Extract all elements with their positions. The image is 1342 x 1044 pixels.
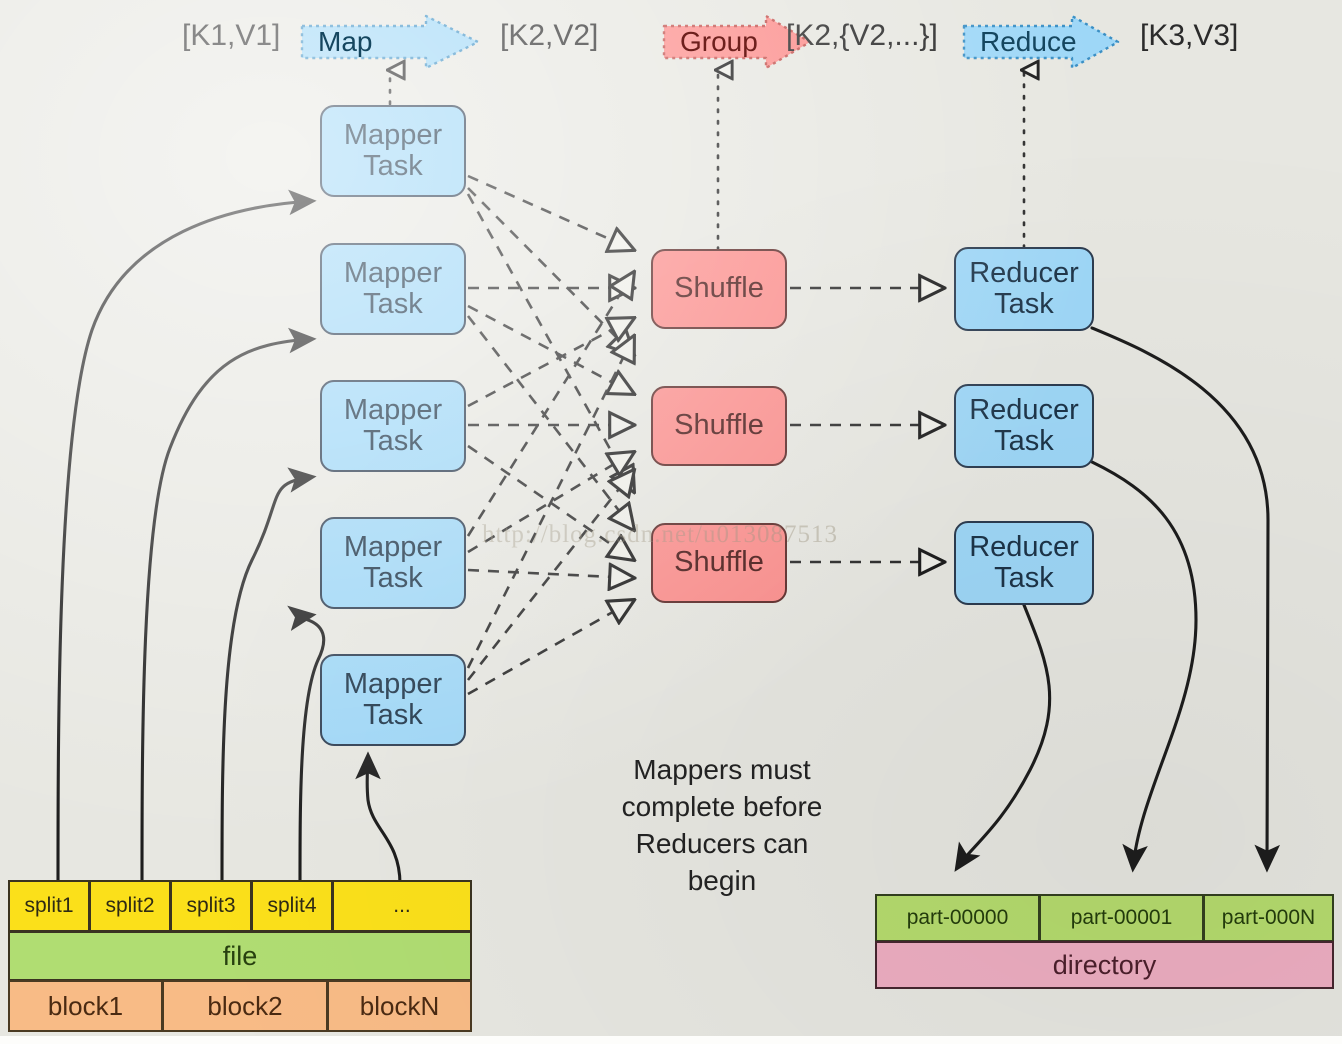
mapper-task-5[interactable]: Mapper Task bbox=[320, 654, 466, 746]
banner-arrow-map-label: Map bbox=[318, 26, 373, 57]
reducer-task-2[interactable]: Reducer Task bbox=[954, 384, 1094, 468]
banner-arrow-reduce: Reduce bbox=[962, 14, 1120, 70]
banner-arrow-reduce-label: Reduce bbox=[980, 26, 1077, 57]
shuffle-2[interactable]: Shuffle bbox=[651, 386, 787, 466]
banner-label-k1v1: [K1,V1] bbox=[182, 19, 281, 52]
split-cell-2: split2 bbox=[89, 880, 171, 932]
mapper-task-4[interactable]: Mapper Task bbox=[320, 517, 466, 609]
split-cell-1: split1 bbox=[8, 880, 90, 932]
block-cell-n: blockN bbox=[327, 980, 472, 1032]
banner-label-k2v2: [K2,V2] bbox=[500, 19, 599, 52]
reducer-task-1[interactable]: Reducer Task bbox=[954, 247, 1094, 331]
block-cell-2: block2 bbox=[162, 980, 328, 1032]
split-cell-ellipsis: ... bbox=[332, 880, 472, 932]
reducer-task-3[interactable]: Reducer Task bbox=[954, 521, 1094, 605]
banner-arrow-map: Map bbox=[300, 14, 480, 70]
shuffle-1[interactable]: Shuffle bbox=[651, 249, 787, 329]
part-cell-000N: part-000N bbox=[1203, 894, 1334, 942]
file-row: file bbox=[8, 931, 472, 981]
mappers-before-reducers-note: Mappers must complete before Reducers ca… bbox=[621, 754, 823, 896]
split-cell-3: split3 bbox=[170, 880, 252, 932]
bottom-white-strip bbox=[0, 1036, 1342, 1044]
watermark-text: http://blog.csdn.net/u013087513 bbox=[482, 521, 838, 548]
diagram-canvas: [K1,V1] Map [K2,V2] Group [K2,{V2,...}] … bbox=[0, 0, 1342, 1044]
part-cell-00001: part-00001 bbox=[1039, 894, 1204, 942]
block-cell-1: block1 bbox=[8, 980, 163, 1032]
directory-row: directory bbox=[875, 941, 1334, 989]
mapper-task-1[interactable]: Mapper Task bbox=[320, 105, 466, 197]
part-cell-00000: part-00000 bbox=[875, 894, 1040, 942]
split-cell-4: split4 bbox=[251, 880, 333, 932]
banner-label-k3v3: [K3,V3] bbox=[1140, 19, 1239, 52]
banner-arrow-group-label: Group bbox=[680, 26, 758, 57]
mapper-task-3[interactable]: Mapper Task bbox=[320, 380, 466, 472]
mapper-task-2[interactable]: Mapper Task bbox=[320, 243, 466, 335]
banner-label-k2v2set: [K2,{V2,...}] bbox=[786, 19, 938, 52]
